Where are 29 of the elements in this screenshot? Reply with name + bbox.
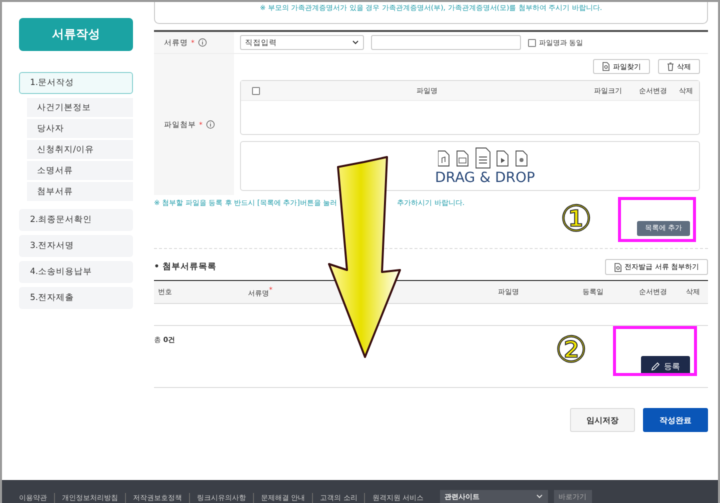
save-draft-button[interactable]: 임시저장 [570,408,635,432]
chevron-down-icon [352,40,359,45]
section-title: • 첨부서류목록 [154,261,216,273]
complete-button[interactable]: 작성완료 [643,408,708,432]
file-search-icon [602,62,610,71]
checkbox[interactable] [528,38,536,46]
step-menu-item[interactable]: 1.문서작성 [19,72,133,94]
chevron-down-icon [536,494,543,499]
sub-menu-item[interactable]: 첨부서류 [27,182,133,201]
sub-menu-item[interactable]: 신청취지/이유 [27,140,133,159]
document-icon [614,262,622,272]
info-icon[interactable] [198,38,206,47]
sub-menu-item[interactable]: 소명서류 [27,161,133,180]
step-menu-item[interactable]: 3.전자서명 [19,235,133,257]
info-icon[interactable] [206,120,214,129]
step-menu-item[interactable]: 2.최종문서확인 [19,209,133,231]
step-menu-item[interactable]: 5.전자제출 [19,287,133,309]
step-menu-item[interactable]: 4.소송비용납부 [19,261,133,283]
pencil-icon [651,362,660,370]
doc-name-input[interactable] [371,35,521,50]
sub-menu-item[interactable]: 사건기본정보 [27,98,133,117]
drop-text: DRAG & DROP [435,170,535,186]
trash-icon [667,62,674,71]
drop-zone[interactable]: DRAG & DROP [240,141,700,191]
checkbox[interactable] [252,86,260,94]
step-number: ② [555,333,588,369]
sidebar-title: 서류작성 [19,18,133,51]
sub-menu-item[interactable]: 당사자 [27,119,133,138]
step-number: ① [560,202,592,238]
